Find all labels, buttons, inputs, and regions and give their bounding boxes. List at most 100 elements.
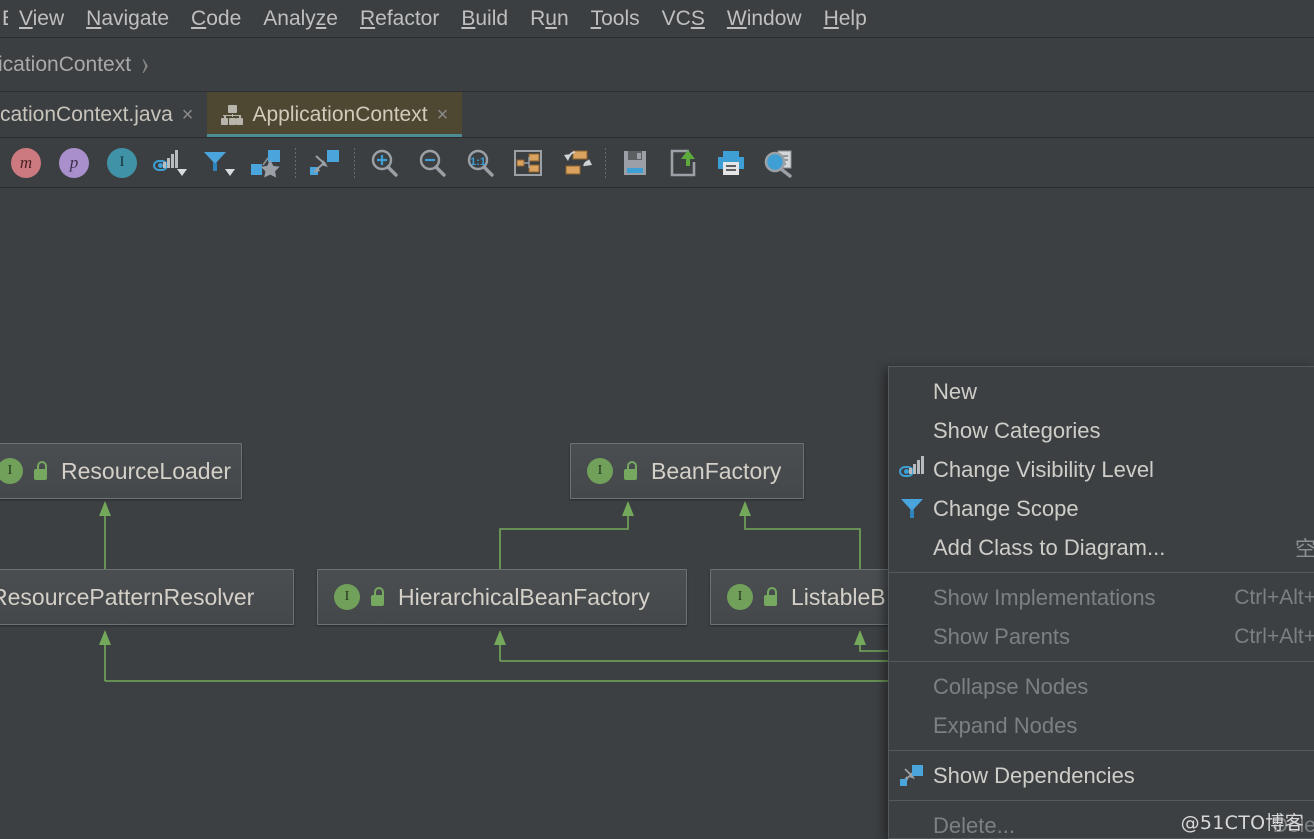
menu-icon-slot <box>897 418 933 444</box>
menu-item-label: Change Scope <box>933 495 1079 521</box>
tab-applicationcontext-diagram[interactable]: ApplicationContext × <box>207 92 463 137</box>
menu-item-label: Change Visibility Level <box>933 456 1154 482</box>
show-properties-toggle[interactable]: p <box>50 141 98 185</box>
menu-item-shortcut: Ctrl+Alt+ <box>1234 585 1314 609</box>
diagram-node-resourcepatternresolver[interactable]: ResourcePatternResolver <box>0 569 294 625</box>
menu-icon-slot <box>897 674 933 700</box>
change-scope-button[interactable] <box>194 141 242 185</box>
dependencies-icon <box>899 763 925 787</box>
node-title: BeanFactory <box>651 457 782 484</box>
export-button[interactable] <box>659 141 707 185</box>
show-inner-classes-toggle[interactable]: I <box>98 141 146 185</box>
export-icon <box>670 149 696 176</box>
diagram-toolbar: m p I 1:1 <box>0 138 1314 188</box>
menu-item-navigate[interactable]: Navigate <box>75 0 180 38</box>
menu-item-label: Add Class to Diagram... <box>933 534 1166 560</box>
zoom-in-button[interactable] <box>360 141 408 185</box>
visibility-icon <box>899 455 925 481</box>
menu-item-show-implementations: Show Implementations Ctrl+Alt+ <box>889 578 1314 617</box>
svg-text:1:1: 1:1 <box>470 156 486 168</box>
properties-icon: p <box>59 147 89 178</box>
print-button[interactable] <box>707 141 755 185</box>
print-icon <box>718 150 744 175</box>
menu-item-add-class-to-diagram[interactable]: Add Class to Diagram... 空 <box>889 528 1314 567</box>
menu-divider <box>889 750 1314 751</box>
menu-item-view[interactable]: View <box>8 0 75 38</box>
visibility-icon <box>897 455 933 483</box>
menu-item-analyze[interactable]: Analyze <box>252 0 349 38</box>
show-categories-button[interactable] <box>242 141 290 185</box>
zoom-out-button[interactable] <box>408 141 456 185</box>
dependencies-icon <box>897 763 933 789</box>
interface-badge-icon: I <box>727 584 753 610</box>
save-icon <box>624 150 646 175</box>
menu-icon-slot <box>897 585 933 611</box>
tab-label: ApplicationContext <box>252 102 428 126</box>
interface-badge-icon: I <box>0 458 23 484</box>
menu-bar: E ViewNavigateCodeAnalyzeRefactorBuildRu… <box>0 0 1314 38</box>
editor-tab-bar: cationContext.java × ApplicationContext … <box>0 92 1314 138</box>
menu-icon-slot <box>897 624 933 650</box>
diagram-node-beanfactory[interactable]: I BeanFactory <box>570 443 804 499</box>
menu-item-label: Delete... <box>933 812 1015 838</box>
menu-item-show-dependencies[interactable]: Show Dependencies <box>889 756 1314 795</box>
menu-item-change-scope[interactable]: Change Scope <box>889 489 1314 528</box>
menu-item-tools[interactable]: Tools <box>580 0 651 38</box>
ide-window: E ViewNavigateCodeAnalyzeRefactorBuildRu… <box>0 0 1314 839</box>
menu-item-code[interactable]: Code <box>180 0 252 38</box>
diagram-node-resourceloader[interactable]: I ResourceLoader <box>0 443 242 499</box>
menu-item-vcs[interactable]: VCS <box>651 0 716 38</box>
toolbar-separator <box>295 147 296 178</box>
toolbar-separator <box>605 147 606 178</box>
show-dependencies-button[interactable] <box>301 141 349 185</box>
menu-divider <box>889 572 1314 573</box>
fit-content-button[interactable] <box>504 141 552 185</box>
show-methods-toggle[interactable]: m <box>2 141 50 185</box>
tab-label: cationContext.java <box>0 102 173 126</box>
menu-item-collapse-nodes: Collapse Nodes <box>889 667 1314 706</box>
star-nodes-icon <box>251 149 280 178</box>
interface-badge-icon: I <box>334 584 360 610</box>
close-icon[interactable]: × <box>437 105 449 125</box>
menu-item-label: Show Dependencies <box>933 762 1135 788</box>
menu-divider <box>889 800 1314 801</box>
dependencies-icon <box>310 149 339 175</box>
menu-item-window[interactable]: Window <box>716 0 813 38</box>
menu-item-refactor[interactable]: Refactor <box>349 0 450 38</box>
toolbar-separator <box>354 147 355 178</box>
change-visibility-level-button[interactable] <box>146 141 194 185</box>
node-title: ListableB <box>791 583 886 610</box>
actual-size-button[interactable]: 1:1 <box>456 141 504 185</box>
funnel-icon <box>897 496 933 522</box>
zoom-in-icon <box>371 149 398 177</box>
node-title: ResourceLoader <box>61 457 232 484</box>
print-preview-icon <box>764 150 792 178</box>
watermark: @51CTO博客 <box>1180 812 1304 834</box>
menu-item-shortcut: 空 <box>1295 537 1314 561</box>
zoom-actual-size-icon: 1:1 <box>467 149 494 177</box>
menu-icon-slot <box>897 379 933 405</box>
chevron-right-icon: › <box>141 44 150 84</box>
breadcrumb-item[interactable]: icationContext <box>0 53 131 77</box>
menu-item-change-visibility-level[interactable]: Change Visibility Level <box>889 450 1314 489</box>
close-icon[interactable]: × <box>182 105 194 125</box>
print-preview-button[interactable] <box>755 141 803 185</box>
menu-divider <box>889 661 1314 662</box>
fit-content-icon <box>514 149 542 176</box>
menu-item-show-categories[interactable]: Show Categories <box>889 411 1314 450</box>
menu-icon-slot <box>897 813 933 839</box>
menu-item-label: Expand Nodes <box>933 712 1078 738</box>
menu-item-label: Show Implementations <box>933 584 1156 610</box>
relayout-button[interactable] <box>552 141 600 185</box>
menu-item-build[interactable]: Build <box>450 0 519 38</box>
diagram-node-hierarchicalbeanfactory[interactable]: I HierarchicalBeanFactory <box>317 569 687 625</box>
context-menu[interactable]: New Show Categories Change Visibility Leve… <box>888 366 1314 839</box>
menu-item-run[interactable]: Run <box>519 0 580 38</box>
zoom-out-icon <box>419 149 446 177</box>
menu-item-help[interactable]: Help <box>813 0 878 38</box>
tab-applicationcontext-java[interactable]: cationContext.java × <box>0 92 207 137</box>
save-button[interactable] <box>611 141 659 185</box>
menu-item-new[interactable]: New <box>889 372 1314 411</box>
node-title: HierarchicalBeanFactory <box>398 583 650 610</box>
menu-item-label: New <box>933 378 978 404</box>
